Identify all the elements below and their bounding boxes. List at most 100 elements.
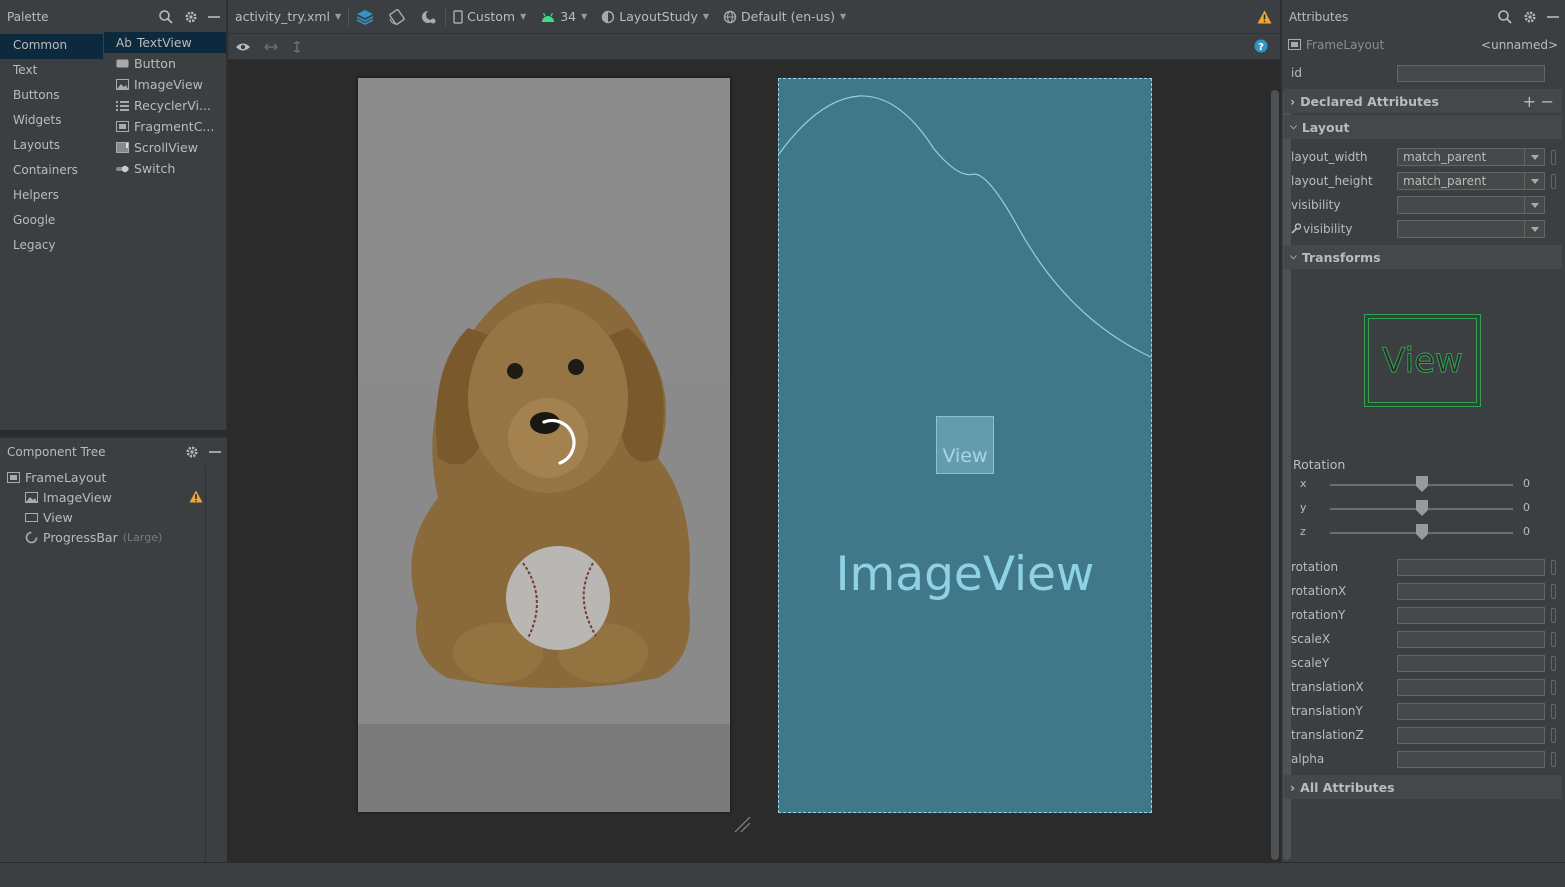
- framelayout-icon: [1288, 39, 1301, 50]
- attr-resource-button[interactable]: [1551, 149, 1556, 165]
- search-icon[interactable]: [158, 9, 174, 25]
- horizontal-resize-icon[interactable]: [263, 41, 279, 53]
- transform-preview-label: View: [1368, 318, 1477, 403]
- rotationx-field[interactable]: [1397, 582, 1545, 600]
- palette-item-textview[interactable]: Ab TextView: [104, 32, 226, 53]
- theme-selector[interactable]: LayoutStudy ▼: [594, 0, 716, 34]
- gear-icon[interactable]: [184, 10, 198, 24]
- attr-resource-button[interactable]: [1551, 751, 1556, 767]
- device-label: Custom: [467, 9, 516, 24]
- palette-category-buttons[interactable]: Buttons: [0, 84, 103, 109]
- section-transforms[interactable]: ⌵ Transforms: [1284, 245, 1562, 269]
- translationx-field[interactable]: [1397, 678, 1545, 696]
- help-icon[interactable]: ?: [1254, 39, 1268, 53]
- chevron-down-icon: ▼: [520, 12, 527, 21]
- minimize-icon[interactable]: [1547, 10, 1559, 24]
- rotation-z-slider[interactable]: z 0: [1282, 523, 1565, 543]
- palette-category-containers[interactable]: Containers: [0, 159, 103, 184]
- tree-node-imageview[interactable]: ImageView: [25, 487, 203, 507]
- search-icon[interactable]: [1497, 9, 1513, 25]
- palette-item-fragmentcontainer[interactable]: FragmentC...: [104, 116, 226, 137]
- section-declared-attributes[interactable]: › Declared Attributes + −: [1284, 89, 1562, 113]
- visibility-select[interactable]: [1397, 196, 1545, 214]
- add-icon[interactable]: +: [1523, 92, 1536, 111]
- device-selector[interactable]: Custom ▼: [446, 0, 533, 34]
- tree-node-progressbar[interactable]: ProgressBar (Large): [25, 527, 162, 547]
- attributes-panel: Attributes FrameLayout <unnamed> id › De…: [1281, 0, 1565, 862]
- attr-row-tools-visibility: visibility: [1282, 218, 1565, 240]
- slider-thumb[interactable]: [1416, 524, 1428, 540]
- palette-item-button[interactable]: Button: [104, 53, 226, 74]
- svg-text:?: ?: [1258, 42, 1264, 53]
- api-selector[interactable]: 34 ▼: [533, 0, 594, 34]
- slider-thumb[interactable]: [1416, 476, 1428, 492]
- palette-item-recyclerview[interactable]: RecyclerVi...: [104, 95, 226, 116]
- attr-resource-button[interactable]: [1551, 607, 1556, 623]
- translationy-field[interactable]: [1397, 702, 1545, 720]
- attr-resource-button[interactable]: [1551, 173, 1556, 189]
- component-id: <unnamed>: [1481, 38, 1558, 52]
- palette-item-scrollview[interactable]: ScrollView: [104, 137, 226, 158]
- gear-icon[interactable]: [185, 445, 199, 459]
- remove-icon[interactable]: −: [1541, 92, 1554, 111]
- translationz-field[interactable]: [1397, 726, 1545, 744]
- section-layout[interactable]: ⌵ Layout: [1284, 115, 1562, 139]
- image-icon: [116, 79, 129, 90]
- blueprint-preview[interactable]: View ImageView: [778, 78, 1152, 813]
- palette-category-google[interactable]: Google: [0, 209, 103, 234]
- attr-row-rotationx: rotationX: [1282, 580, 1565, 602]
- palette-category-text[interactable]: Text: [0, 59, 103, 84]
- scaley-field[interactable]: [1397, 654, 1545, 672]
- attr-resource-button[interactable]: [1551, 583, 1556, 599]
- layout-height-select[interactable]: match_parent: [1397, 172, 1545, 190]
- palette-category-legacy[interactable]: Legacy: [0, 234, 103, 259]
- rotation-field[interactable]: [1397, 558, 1545, 576]
- warning-icon[interactable]: [189, 490, 203, 503]
- id-field[interactable]: [1397, 64, 1545, 82]
- rotationy-field[interactable]: [1397, 606, 1545, 624]
- attr-resource-button[interactable]: [1551, 559, 1556, 575]
- attr-resource-button[interactable]: [1551, 679, 1556, 695]
- palette-category-widgets[interactable]: Widgets: [0, 109, 103, 134]
- section-all-attributes[interactable]: › All Attributes: [1284, 775, 1562, 799]
- orientation-button[interactable]: [381, 0, 413, 34]
- resize-handle-icon[interactable]: [733, 815, 751, 833]
- tree-node-framelayout[interactable]: FrameLayout: [7, 467, 106, 487]
- vertical-resize-icon[interactable]: [291, 40, 303, 54]
- attr-resource-button[interactable]: [1551, 655, 1556, 671]
- view-outline[interactable]: View: [936, 416, 994, 474]
- palette-category-helpers[interactable]: Helpers: [0, 184, 103, 209]
- design-preview[interactable]: [358, 78, 730, 812]
- locale-selector[interactable]: Default (en-us) ▼: [716, 0, 853, 34]
- eye-icon[interactable]: [235, 41, 251, 53]
- rotation-y-slider[interactable]: y 0: [1282, 499, 1565, 519]
- attr-resource-button[interactable]: [1551, 727, 1556, 743]
- attr-resource-button[interactable]: [1551, 631, 1556, 647]
- scalex-field[interactable]: [1397, 630, 1545, 648]
- tree-node-view[interactable]: View: [25, 507, 73, 527]
- attr-row-visibility: visibility: [1282, 194, 1565, 216]
- minimize-icon[interactable]: [208, 10, 220, 24]
- file-selector[interactable]: activity_try.xml ▼: [228, 0, 348, 34]
- canvas-scrollbar[interactable]: [1271, 90, 1279, 860]
- palette-category-layouts[interactable]: Layouts: [0, 134, 103, 159]
- alpha-field[interactable]: [1397, 750, 1545, 768]
- palette-item-label: RecyclerVi...: [134, 98, 211, 113]
- palette-category-common[interactable]: Common: [0, 34, 103, 59]
- minimize-icon[interactable]: [209, 445, 221, 459]
- warning-icon[interactable]: [1257, 10, 1272, 24]
- palette-item-switch[interactable]: Switch: [104, 158, 226, 179]
- night-mode-button[interactable]: [413, 0, 445, 34]
- attr-resource-button[interactable]: [1551, 703, 1556, 719]
- layout-width-select[interactable]: match_parent: [1397, 148, 1545, 166]
- slider-thumb[interactable]: [1416, 500, 1428, 516]
- attr-label: layout_width: [1291, 150, 1368, 164]
- palette-item-imageview[interactable]: ImageView: [104, 74, 226, 95]
- design-surface-button[interactable]: [349, 0, 381, 34]
- attr-label: layout_height: [1291, 174, 1373, 188]
- attr-label: rotation: [1291, 560, 1339, 574]
- tools-visibility-select[interactable]: [1397, 220, 1545, 238]
- rotation-x-slider[interactable]: x 0: [1282, 475, 1565, 495]
- scrollview-icon: [116, 142, 129, 153]
- gear-icon[interactable]: [1523, 10, 1537, 24]
